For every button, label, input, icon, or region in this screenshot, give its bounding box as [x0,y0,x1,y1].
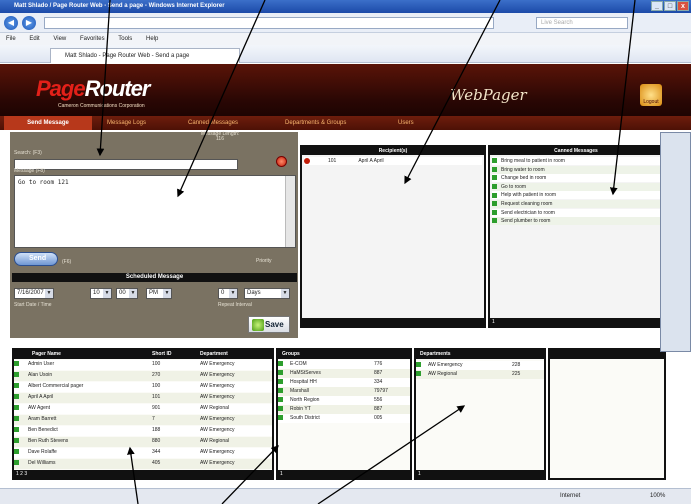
arrow-pagers [127,446,139,504]
arrow-recipients [404,0,501,185]
arrow-search [96,0,111,157]
arrow-departments [317,405,466,504]
arrow-groups [221,445,279,504]
arrow-canned [609,0,636,196]
annotation-arrows [96,0,636,504]
screen: Matt Shlado / Page Router Web - Send a p… [0,0,691,504]
arrow-message [177,0,266,198]
